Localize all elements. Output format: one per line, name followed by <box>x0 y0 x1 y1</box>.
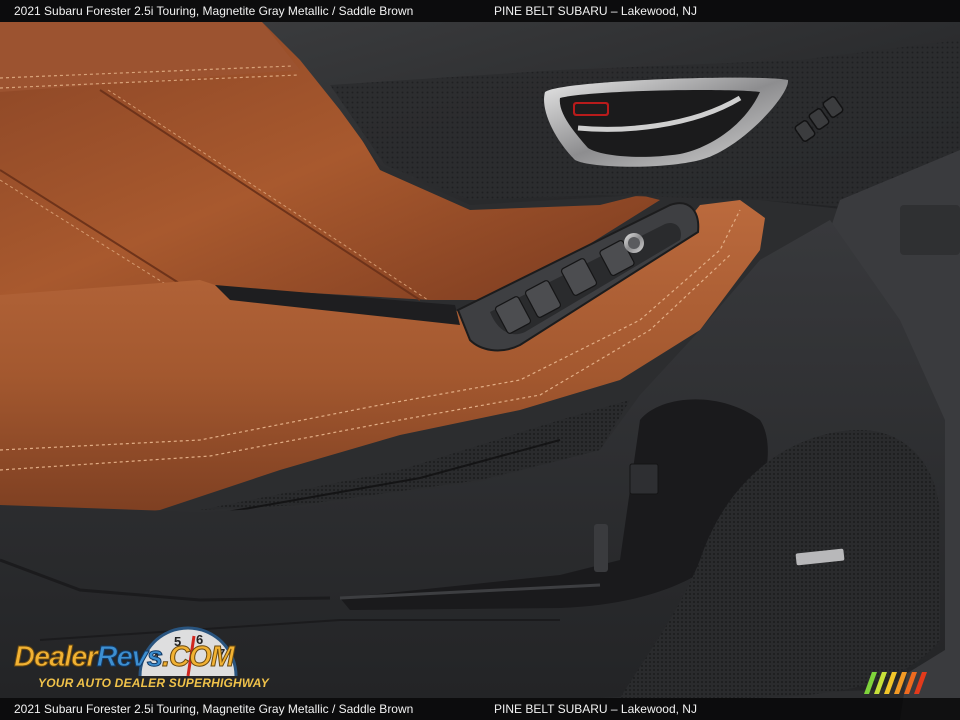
door-panel-photo <box>0 0 960 720</box>
logo-wordmark: DealerRevs.COM <box>14 641 236 673</box>
dealerrevs-watermark-logo: 4 5 6 7 DealerRevs.COM YOUR AUTO DEALER … <box>8 622 270 694</box>
logo-part-b: Revs <box>96 641 163 673</box>
logo-tagline: YOUR AUTO DEALER SUPERHIGHWAY <box>38 676 269 690</box>
photo-stage: 2021 Subaru Forester 2.5i Touring, Magne… <box>0 0 960 720</box>
logo-suffix: .COM <box>162 641 236 673</box>
dealer-caption: PINE BELT SUBARU – Lakewood, NJ <box>494 4 697 18</box>
bottom-caption-bar: 2021 Subaru Forester 2.5i Touring, Magne… <box>0 698 960 720</box>
dealer-caption: PINE BELT SUBARU – Lakewood, NJ <box>494 702 697 716</box>
top-caption-bar: 2021 Subaru Forester 2.5i Touring, Magne… <box>0 0 960 22</box>
vehicle-caption: 2021 Subaru Forester 2.5i Touring, Magne… <box>14 4 414 18</box>
color-stripes-icon <box>864 672 927 694</box>
logo-part-a: Dealer <box>14 641 99 673</box>
vehicle-caption: 2021 Subaru Forester 2.5i Touring, Magne… <box>14 702 414 716</box>
